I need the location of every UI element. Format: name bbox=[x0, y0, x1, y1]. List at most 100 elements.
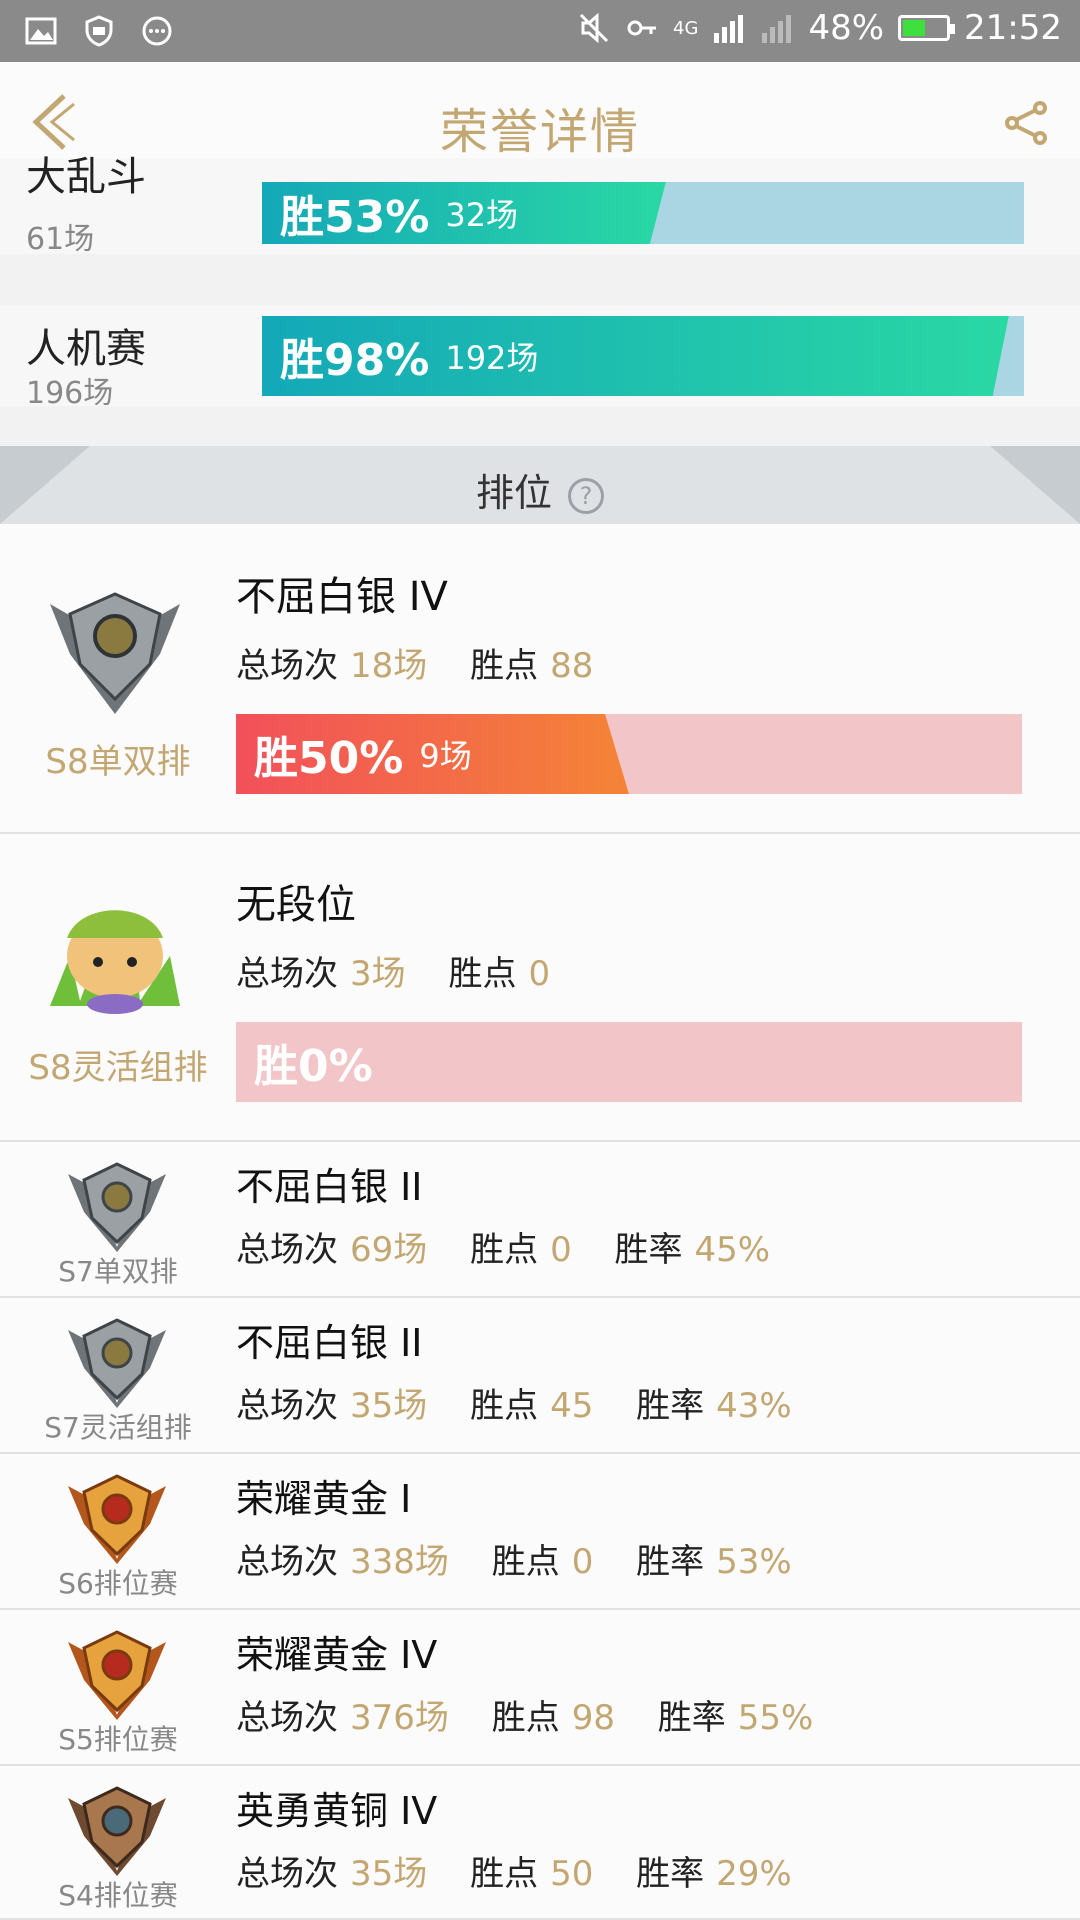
winrate-percent: 胜53% bbox=[280, 192, 430, 243]
points-value: 0 bbox=[550, 1230, 572, 1270]
total-value: 18场 bbox=[350, 646, 428, 686]
winrate-value: 29% bbox=[716, 1854, 792, 1894]
winrate-percent: 胜98% bbox=[280, 335, 430, 386]
rank-stats: 总场次 35场 胜点 50 胜率 29% bbox=[236, 1846, 824, 1895]
gold-emblem-icon bbox=[68, 1474, 166, 1564]
mode-name: 人机赛 bbox=[26, 326, 146, 372]
points-label: 胜点 bbox=[491, 1698, 560, 1738]
season-label: S5排位赛 bbox=[58, 1723, 178, 1756]
signal-weak-icon bbox=[762, 15, 792, 43]
shield-icon bbox=[85, 15, 113, 47]
points-label: 胜点 bbox=[470, 1854, 539, 1894]
winrate-bar: 胜0% bbox=[236, 1022, 1022, 1102]
gold-emblem-icon bbox=[68, 1630, 166, 1720]
battery-percent: 48% bbox=[808, 8, 885, 48]
ranked-section-header: 排位? bbox=[0, 446, 1080, 524]
points-label: 胜点 bbox=[470, 1386, 539, 1426]
mode-count: 196场 bbox=[26, 376, 114, 411]
tier-name: 不屈白银 II bbox=[236, 1321, 423, 1365]
season-label: S6排位赛 bbox=[58, 1567, 178, 1600]
season-label: S8单双排 bbox=[45, 742, 191, 782]
points-value: 50 bbox=[550, 1854, 594, 1894]
bronze-emblem-icon bbox=[68, 1786, 166, 1876]
mode-row-aram[interactable]: 大乱斗 61场 胜53% 32场 bbox=[0, 154, 1080, 257]
total-label: 总场次 bbox=[236, 1854, 338, 1894]
battery-icon bbox=[898, 15, 956, 41]
mode-row-bot[interactable]: 人机赛 196场 胜98% 192场 bbox=[0, 306, 1080, 411]
winrate-bar: 胜53% 32场 bbox=[262, 182, 1024, 244]
points-label: 胜点 bbox=[470, 646, 539, 686]
history-row[interactable]: S6排位赛 荣耀黄金 I 总场次 338场 胜点 0 胜率 53% bbox=[0, 1454, 1080, 1610]
history-row[interactable]: S5排位赛 荣耀黄金 IV 总场次 376场 胜点 98 胜率 55% bbox=[0, 1610, 1080, 1766]
gallery-icon bbox=[25, 17, 57, 45]
silver-emblem-icon bbox=[50, 592, 180, 714]
rank-stats: 总场次 18场 胜点 88 bbox=[236, 638, 625, 687]
winrate-label: 胜率 bbox=[636, 1542, 705, 1582]
season-label: S7单双排 bbox=[58, 1255, 178, 1288]
rank-stats: 总场次 3场 胜点 0 bbox=[236, 946, 582, 995]
winrate-bar: 胜98% 192场 bbox=[262, 316, 1024, 396]
share-icon[interactable] bbox=[1002, 98, 1052, 148]
tier-name: 荣耀黄金 IV bbox=[236, 1633, 438, 1677]
season-label: S8灵活组排 bbox=[28, 1048, 208, 1088]
points-label: 胜点 bbox=[448, 954, 517, 994]
status-bar: 4G 48% 21:52 bbox=[0, 0, 1080, 62]
rank-stats: 总场次 69场 胜点 0 胜率 45% bbox=[236, 1222, 802, 1271]
rank-stats: 总场次 338场 胜点 0 胜率 53% bbox=[236, 1534, 824, 1583]
silver-emblem-icon bbox=[68, 1318, 166, 1408]
total-label: 总场次 bbox=[236, 1230, 338, 1270]
unranked-mascot-icon bbox=[50, 910, 180, 1014]
total-value: 69场 bbox=[350, 1230, 428, 1270]
chat-icon bbox=[142, 16, 172, 46]
points-label: 胜点 bbox=[491, 1542, 560, 1582]
total-label: 总场次 bbox=[236, 1386, 338, 1426]
points-value: 0 bbox=[571, 1542, 594, 1582]
tier-name: 英勇黄铜 IV bbox=[236, 1789, 438, 1833]
total-value: 338场 bbox=[350, 1542, 449, 1582]
winrate-games: 32场 bbox=[445, 196, 519, 234]
winrate-value: 45% bbox=[694, 1230, 771, 1270]
winrate-percent: 胜0% bbox=[254, 1041, 373, 1092]
rank-card-s8-flex[interactable]: S8灵活组排 无段位 总场次 3场 胜点 0 胜0% bbox=[0, 834, 1080, 1142]
mute-icon bbox=[579, 12, 609, 44]
mode-name: 大乱斗 bbox=[26, 154, 146, 200]
total-value: 35场 bbox=[350, 1386, 428, 1426]
winrate-label: 胜率 bbox=[614, 1230, 683, 1270]
winrate-games: 9场 bbox=[419, 737, 472, 775]
signal-icon bbox=[714, 15, 744, 43]
total-label: 总场次 bbox=[236, 1698, 338, 1738]
winrate-label: 胜率 bbox=[636, 1854, 705, 1894]
total-label: 总场次 bbox=[236, 954, 338, 994]
total-value: 376场 bbox=[350, 1698, 449, 1738]
season-label: S7灵活组排 bbox=[44, 1411, 192, 1444]
tier-name: 不屈白银 II bbox=[236, 1165, 423, 1209]
rank-stats: 总场次 35场 胜点 45 胜率 43% bbox=[236, 1378, 824, 1427]
page-title: 荣誉详情 bbox=[439, 104, 640, 160]
winrate-games: 192场 bbox=[445, 339, 539, 377]
total-value: 3场 bbox=[350, 954, 406, 994]
winrate-label: 胜率 bbox=[657, 1698, 726, 1738]
winrate-percent: 胜50% bbox=[254, 733, 404, 784]
history-row[interactable]: S7灵活组排 不屈白银 II 总场次 35场 胜点 45 胜率 43% bbox=[0, 1298, 1080, 1454]
winrate-value: 53% bbox=[716, 1542, 792, 1582]
tier-name: 不屈白银 IV bbox=[236, 574, 448, 620]
winrate-bar: 胜50% 9场 bbox=[236, 714, 1022, 794]
points-value: 0 bbox=[528, 954, 551, 994]
network-type: 4G bbox=[673, 17, 699, 39]
clock: 21:52 bbox=[964, 8, 1062, 48]
points-value: 45 bbox=[550, 1386, 594, 1426]
history-row[interactable]: S4排位赛 英勇黄铜 IV 总场次 35场 胜点 50 胜率 29% bbox=[0, 1766, 1080, 1920]
rank-stats: 总场次 376场 胜点 98 胜率 55% bbox=[236, 1690, 845, 1739]
rank-card-s8-solo[interactable]: S8单双排 不屈白银 IV 总场次 18场 胜点 88 胜50% 9场 bbox=[0, 524, 1080, 834]
history-row[interactable]: S7单双排 不屈白银 II 总场次 69场 胜点 0 胜率 45% bbox=[0, 1142, 1080, 1298]
help-icon[interactable]: ? bbox=[568, 477, 604, 514]
season-label: S4排位赛 bbox=[58, 1879, 178, 1912]
winrate-value: 55% bbox=[737, 1698, 814, 1738]
total-value: 35场 bbox=[350, 1854, 428, 1894]
silver-emblem-icon bbox=[68, 1162, 166, 1252]
tier-name: 无段位 bbox=[236, 882, 356, 928]
points-value: 98 bbox=[571, 1698, 615, 1738]
points-label: 胜点 bbox=[470, 1230, 539, 1270]
points-value: 88 bbox=[550, 646, 594, 686]
winrate-value: 43% bbox=[716, 1386, 792, 1426]
